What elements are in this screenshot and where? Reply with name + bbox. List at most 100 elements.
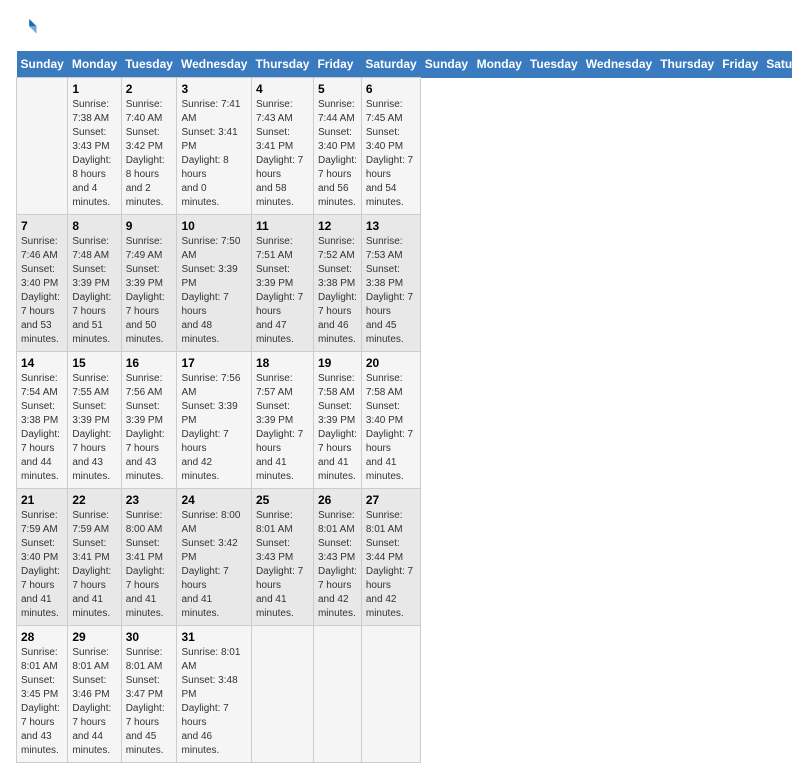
calendar-cell: 4 Sunrise: 7:43 AMSunset: 3:41 PMDaylight… <box>251 78 313 215</box>
calendar-cell: 8Sunrise: 7:48 AMSunset: 3:39 PMDaylight… <box>68 215 121 352</box>
calendar-cell: 9 Sunrise: 7:49 AMSunset: 3:39 PMDaylight… <box>121 215 177 352</box>
calendar-cell: 15 Sunrise: 7:55 AMSunset: 3:39 PMDayligh… <box>68 352 121 489</box>
day-number: 22 <box>72 493 116 507</box>
calendar-cell: 3 Sunrise: 7:41 AMSunset: 3:41 PMDaylight… <box>177 78 251 215</box>
header-thursday: Thursday <box>251 51 313 78</box>
day-number: 2 <box>126 82 173 96</box>
col-header-wednesday: Wednesday <box>582 51 656 78</box>
day-info: Sunrise: 7:58 AMSunset: 3:39 PMDaylight:… <box>318 372 357 484</box>
day-number: 12 <box>318 219 357 233</box>
day-info: Sunrise: 7:59 AMSunset: 3:41 PMDaylight:… <box>72 509 116 621</box>
day-number: 20 <box>366 356 416 370</box>
day-info: Sunrise: 8:01 AMSunset: 3:46 PMDaylight:… <box>72 646 116 758</box>
col-header-sunday: Sunday <box>421 51 473 78</box>
calendar-cell <box>361 626 420 763</box>
day-number: 1 <box>72 82 116 96</box>
day-info: Sunrise: 7:43 AMSunset: 3:41 PMDaylight:… <box>256 98 309 210</box>
logo-icon <box>16 16 38 38</box>
logo <box>16 16 40 43</box>
calendar-cell <box>251 626 313 763</box>
week-row-2: 7Sunrise: 7:46 AMSunset: 3:40 PMDaylight… <box>17 215 792 352</box>
day-number: 15 <box>72 356 116 370</box>
col-header-saturday: Saturday <box>762 51 792 78</box>
col-header-thursday: Thursday <box>656 51 718 78</box>
header <box>16 16 776 43</box>
day-info: Sunrise: 7:50 AMSunset: 3:39 PMDaylight:… <box>181 235 246 347</box>
day-number: 16 <box>126 356 173 370</box>
calendar-cell <box>313 626 361 763</box>
day-number: 27 <box>366 493 416 507</box>
day-info: Sunrise: 7:59 AMSunset: 3:40 PMDaylight:… <box>21 509 63 621</box>
day-info: Sunrise: 7:40 AMSunset: 3:42 PMDaylight:… <box>126 98 173 210</box>
calendar-cell: 27 Sunrise: 8:01 AMSunset: 3:44 PMDayligh… <box>361 489 420 626</box>
day-info: Sunrise: 7:56 AMSunset: 3:39 PMDaylight:… <box>126 372 173 484</box>
day-info: Sunrise: 8:01 AMSunset: 3:44 PMDaylight:… <box>366 509 416 621</box>
day-number: 18 <box>256 356 309 370</box>
col-header-tuesday: Tuesday <box>526 51 582 78</box>
day-info: Sunrise: 7:51 AMSunset: 3:39 PMDaylight:… <box>256 235 309 347</box>
calendar-cell: 1 Sunrise: 7:38 AMSunset: 3:43 PMDaylight… <box>68 78 121 215</box>
day-info: Sunrise: 7:58 AMSunset: 3:40 PMDaylight:… <box>366 372 416 484</box>
week-row-4: 21 Sunrise: 7:59 AMSunset: 3:40 PMDayligh… <box>17 489 792 626</box>
day-info: Sunrise: 8:00 AMSunset: 3:41 PMDaylight:… <box>126 509 173 621</box>
day-number: 28 <box>21 630 63 644</box>
day-info: Sunrise: 8:00 AMSunset: 3:42 PMDaylight:… <box>181 509 246 621</box>
calendar-table: SundayMondayTuesdayWednesdayThursdayFrid… <box>16 51 792 763</box>
day-number: 3 <box>181 82 246 96</box>
day-number: 23 <box>126 493 173 507</box>
calendar-cell: 25Sunrise: 8:01 AMSunset: 3:43 PMDayligh… <box>251 489 313 626</box>
calendar-cell: 2 Sunrise: 7:40 AMSunset: 3:42 PMDaylight… <box>121 78 177 215</box>
calendar-cell: 26Sunrise: 8:01 AMSunset: 3:43 PMDayligh… <box>313 489 361 626</box>
calendar-cell: 24 Sunrise: 8:00 AMSunset: 3:42 PMDayligh… <box>177 489 251 626</box>
day-info: Sunrise: 7:49 AMSunset: 3:39 PMDaylight:… <box>126 235 173 347</box>
day-number: 24 <box>181 493 246 507</box>
calendar-cell: 13Sunrise: 7:53 AMSunset: 3:38 PMDayligh… <box>361 215 420 352</box>
header-wednesday: Wednesday <box>177 51 251 78</box>
calendar-cell: 14 Sunrise: 7:54 AMSunset: 3:38 PMDayligh… <box>17 352 68 489</box>
day-info: Sunrise: 8:01 AMSunset: 3:45 PMDaylight:… <box>21 646 63 758</box>
calendar-header-row: SundayMondayTuesdayWednesdayThursdayFrid… <box>17 51 792 78</box>
calendar-cell: 12 Sunrise: 7:52 AMSunset: 3:38 PMDayligh… <box>313 215 361 352</box>
col-header-monday: Monday <box>473 51 526 78</box>
calendar-cell: 31 Sunrise: 8:01 AMSunset: 3:48 PMDayligh… <box>177 626 251 763</box>
day-info: Sunrise: 8:01 AMSunset: 3:47 PMDaylight:… <box>126 646 173 758</box>
calendar-cell: 30Sunrise: 8:01 AMSunset: 3:47 PMDayligh… <box>121 626 177 763</box>
day-info: Sunrise: 7:44 AMSunset: 3:40 PMDaylight:… <box>318 98 357 210</box>
day-number: 19 <box>318 356 357 370</box>
day-info: Sunrise: 7:38 AMSunset: 3:43 PMDaylight:… <box>72 98 116 210</box>
calendar-cell: 20 Sunrise: 7:58 AMSunset: 3:40 PMDayligh… <box>361 352 420 489</box>
day-info: Sunrise: 7:54 AMSunset: 3:38 PMDaylight:… <box>21 372 63 484</box>
calendar-cell: 6 Sunrise: 7:45 AMSunset: 3:40 PMDaylight… <box>361 78 420 215</box>
calendar-cell: 22 Sunrise: 7:59 AMSunset: 3:41 PMDayligh… <box>68 489 121 626</box>
day-info: Sunrise: 8:01 AMSunset: 3:43 PMDaylight:… <box>256 509 309 621</box>
header-friday: Friday <box>313 51 361 78</box>
calendar-cell: 21 Sunrise: 7:59 AMSunset: 3:40 PMDayligh… <box>17 489 68 626</box>
day-info: Sunrise: 8:01 AMSunset: 3:43 PMDaylight:… <box>318 509 357 621</box>
day-number: 29 <box>72 630 116 644</box>
day-info: Sunrise: 7:41 AMSunset: 3:41 PMDaylight:… <box>181 98 246 210</box>
day-number: 9 <box>126 219 173 233</box>
day-info: Sunrise: 8:01 AMSunset: 3:48 PMDaylight:… <box>181 646 246 758</box>
day-number: 14 <box>21 356 63 370</box>
header-saturday: Saturday <box>361 51 420 78</box>
day-info: Sunrise: 7:57 AMSunset: 3:39 PMDaylight:… <box>256 372 309 484</box>
day-info: Sunrise: 7:52 AMSunset: 3:38 PMDaylight:… <box>318 235 357 347</box>
header-sunday: Sunday <box>17 51 68 78</box>
week-row-3: 14 Sunrise: 7:54 AMSunset: 3:38 PMDayligh… <box>17 352 792 489</box>
calendar-cell: 18 Sunrise: 7:57 AMSunset: 3:39 PMDayligh… <box>251 352 313 489</box>
calendar-cell: 5Sunrise: 7:44 AMSunset: 3:40 PMDaylight… <box>313 78 361 215</box>
day-number: 8 <box>72 219 116 233</box>
day-info: Sunrise: 7:45 AMSunset: 3:40 PMDaylight:… <box>366 98 416 210</box>
day-number: 31 <box>181 630 246 644</box>
day-number: 21 <box>21 493 63 507</box>
week-row-1: 1 Sunrise: 7:38 AMSunset: 3:43 PMDaylight… <box>17 78 792 215</box>
calendar-cell: 19 Sunrise: 7:58 AMSunset: 3:39 PMDayligh… <box>313 352 361 489</box>
calendar-cell: 11Sunrise: 7:51 AMSunset: 3:39 PMDayligh… <box>251 215 313 352</box>
col-header-friday: Friday <box>718 51 762 78</box>
week-row-5: 28 Sunrise: 8:01 AMSunset: 3:45 PMDayligh… <box>17 626 792 763</box>
day-info: Sunrise: 7:55 AMSunset: 3:39 PMDaylight:… <box>72 372 116 484</box>
day-number: 6 <box>366 82 416 96</box>
day-number: 4 <box>256 82 309 96</box>
day-number: 10 <box>181 219 246 233</box>
calendar-cell <box>17 78 68 215</box>
